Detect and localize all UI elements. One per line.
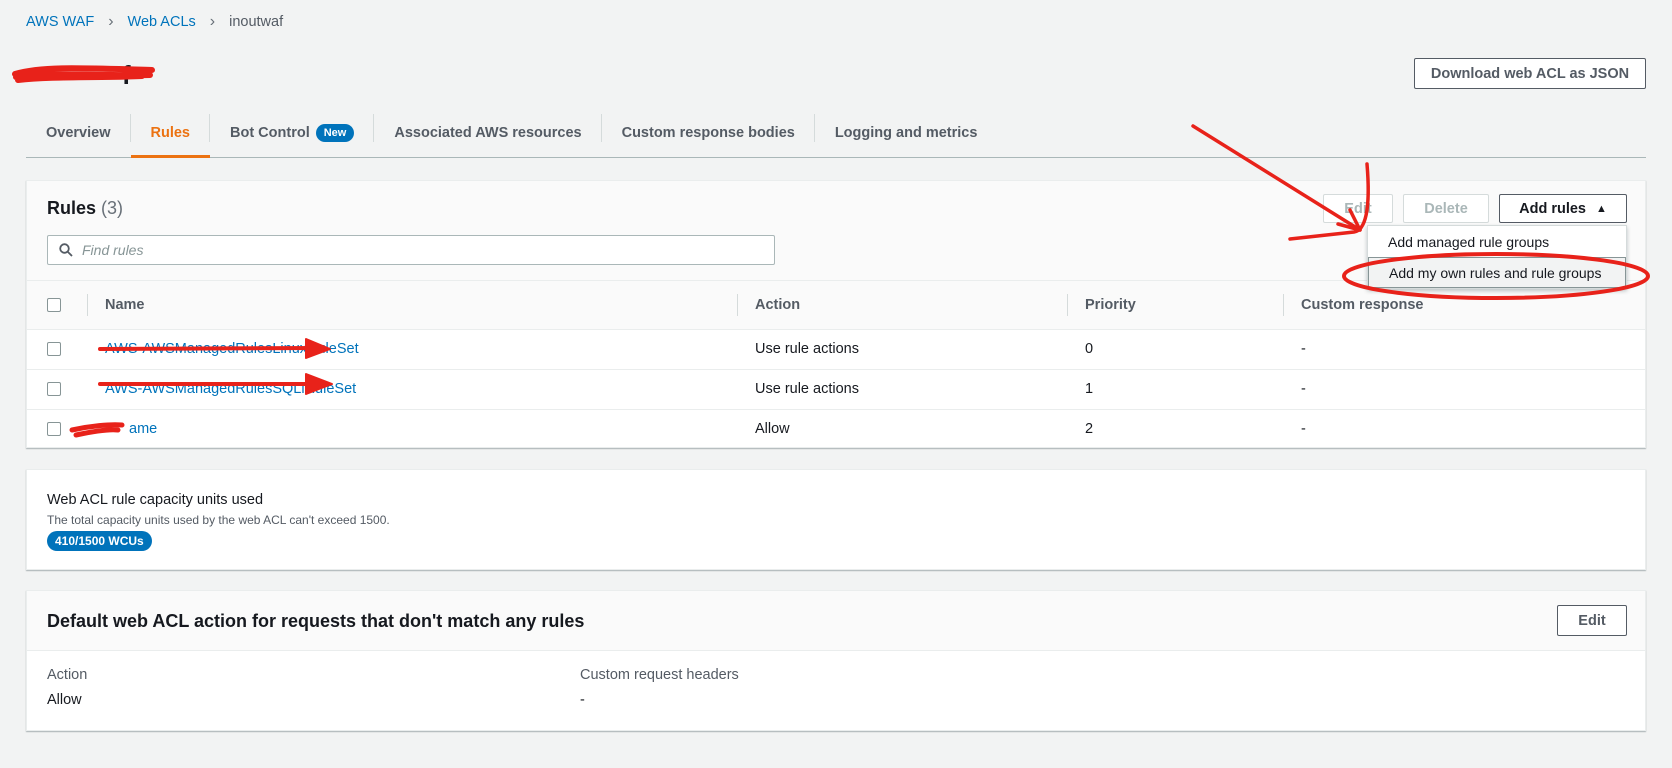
default-action-title: Default web ACL action for requests that… xyxy=(47,611,585,631)
wcu-description: The total capacity units used by the web… xyxy=(47,513,390,527)
chevron-right-icon: › xyxy=(209,13,216,30)
rules-header: Rules (3) Edit Delete Add rules▲ Add man… xyxy=(27,181,1645,289)
table-row: AWS-AWSManagedRulesLinuxRuleSet Use rule… xyxy=(27,329,1645,370)
rule-name-link[interactable]: ame xyxy=(129,421,157,437)
search-icon xyxy=(59,243,73,257)
rule-custom-response: - xyxy=(1283,369,1645,410)
action-label: Action xyxy=(47,667,88,683)
row-checkbox[interactable] xyxy=(47,342,61,357)
select-all-checkbox[interactable] xyxy=(47,297,61,312)
tab-associated-resources[interactable]: Associated AWS resources xyxy=(374,108,602,157)
delete-rules-button[interactable]: Delete xyxy=(1403,194,1489,223)
column-header-action[interactable]: Action xyxy=(737,281,1067,330)
table-row: AWS-AWSManagedRulesSQLiRuleSet Use rule … xyxy=(27,369,1645,410)
breadcrumb-aws-waf[interactable]: AWS WAF xyxy=(26,14,94,30)
tab-rules[interactable]: Rules xyxy=(130,108,210,158)
chevron-right-icon: › xyxy=(108,13,114,30)
tab-bar: Overview Rules Bot Control New Associated… xyxy=(26,108,1646,158)
caret-up-icon: ▲ xyxy=(1595,202,1607,215)
add-rules-button[interactable]: Add rules ▲ xyxy=(1499,194,1627,223)
rule-priority: 2 xyxy=(1085,421,1094,438)
rule-priority: 1 xyxy=(1067,369,1283,410)
default-action-header: Default web ACL action for requests that… xyxy=(27,591,1645,651)
rules-table: Name Action Priority Custom response AWS… xyxy=(27,281,1645,449)
row-checkbox[interactable] xyxy=(47,422,61,437)
rule-name-link[interactable]: AWS-AWSManagedRulesLinuxRuleSet xyxy=(105,341,359,357)
action-value: Allow xyxy=(47,692,82,708)
custom-headers-value: - xyxy=(580,692,585,708)
edit-default-action-button[interactable]: Edit xyxy=(1557,605,1627,636)
wcu-panel: Web ACL rule capacity units used The tot… xyxy=(26,469,1646,570)
redaction-scribble xyxy=(12,65,155,83)
breadcrumb-web-acls[interactable]: Web ACLs xyxy=(128,14,196,30)
row-checkbox[interactable] xyxy=(47,382,61,397)
tab-logging-metrics[interactable]: Logging and metrics xyxy=(815,108,998,157)
tab-custom-response-bodies[interactable]: Custom response bodies xyxy=(602,108,816,157)
search-rules[interactable] xyxy=(47,235,775,265)
column-header-name[interactable]: Name xyxy=(87,281,737,330)
tab-overview[interactable]: Overview xyxy=(26,108,131,157)
table-row: ame Allow 2 - xyxy=(27,409,1645,449)
rule-action: Allow xyxy=(755,421,790,438)
rule-action: Use rule actions xyxy=(737,329,1067,370)
add-rules-menu: Add managed rule groups Add my own rules… xyxy=(1367,225,1627,289)
rule-priority: 0 xyxy=(1067,329,1283,370)
rules-count: (3) xyxy=(101,198,124,218)
menu-item-add-managed-rule-groups[interactable]: Add managed rule groups xyxy=(1368,226,1626,257)
custom-headers-label: Custom request headers xyxy=(580,667,739,683)
new-badge: New xyxy=(315,123,355,142)
rule-name-link[interactable]: AWS-AWSManagedRulesSQLiRuleSet xyxy=(105,381,356,397)
edit-rules-button[interactable]: Edit xyxy=(1323,194,1393,223)
rule-action: Use rule actions xyxy=(737,369,1067,410)
column-header-priority[interactable]: Priority xyxy=(1067,281,1283,330)
rule-custom-response: - xyxy=(1283,329,1645,370)
search-input[interactable] xyxy=(82,242,774,258)
select-all-cell xyxy=(27,281,87,330)
breadcrumb: AWS WAF › Web ACLs › inoutwaf xyxy=(26,13,283,31)
rules-title: Rules (3) xyxy=(47,198,124,218)
rule-custom-response: - xyxy=(1301,421,1306,438)
default-action-panel: Default web ACL action for requests that… xyxy=(26,590,1646,731)
tab-bot-control[interactable]: Bot Control New xyxy=(210,108,375,157)
wcu-title: Web ACL rule capacity units used xyxy=(47,492,264,508)
breadcrumb-current: inoutwaf xyxy=(229,14,284,30)
menu-item-add-own-rules[interactable]: Add my own rules and rule groups xyxy=(1368,257,1626,288)
rules-panel: Rules (3) Edit Delete Add rules▲ Add man… xyxy=(26,180,1646,448)
download-json-button[interactable]: Download web ACL as JSON xyxy=(1414,58,1646,89)
active-tab-indicator xyxy=(130,155,210,158)
wcu-badge: 410/1500 WCUs xyxy=(47,531,152,551)
